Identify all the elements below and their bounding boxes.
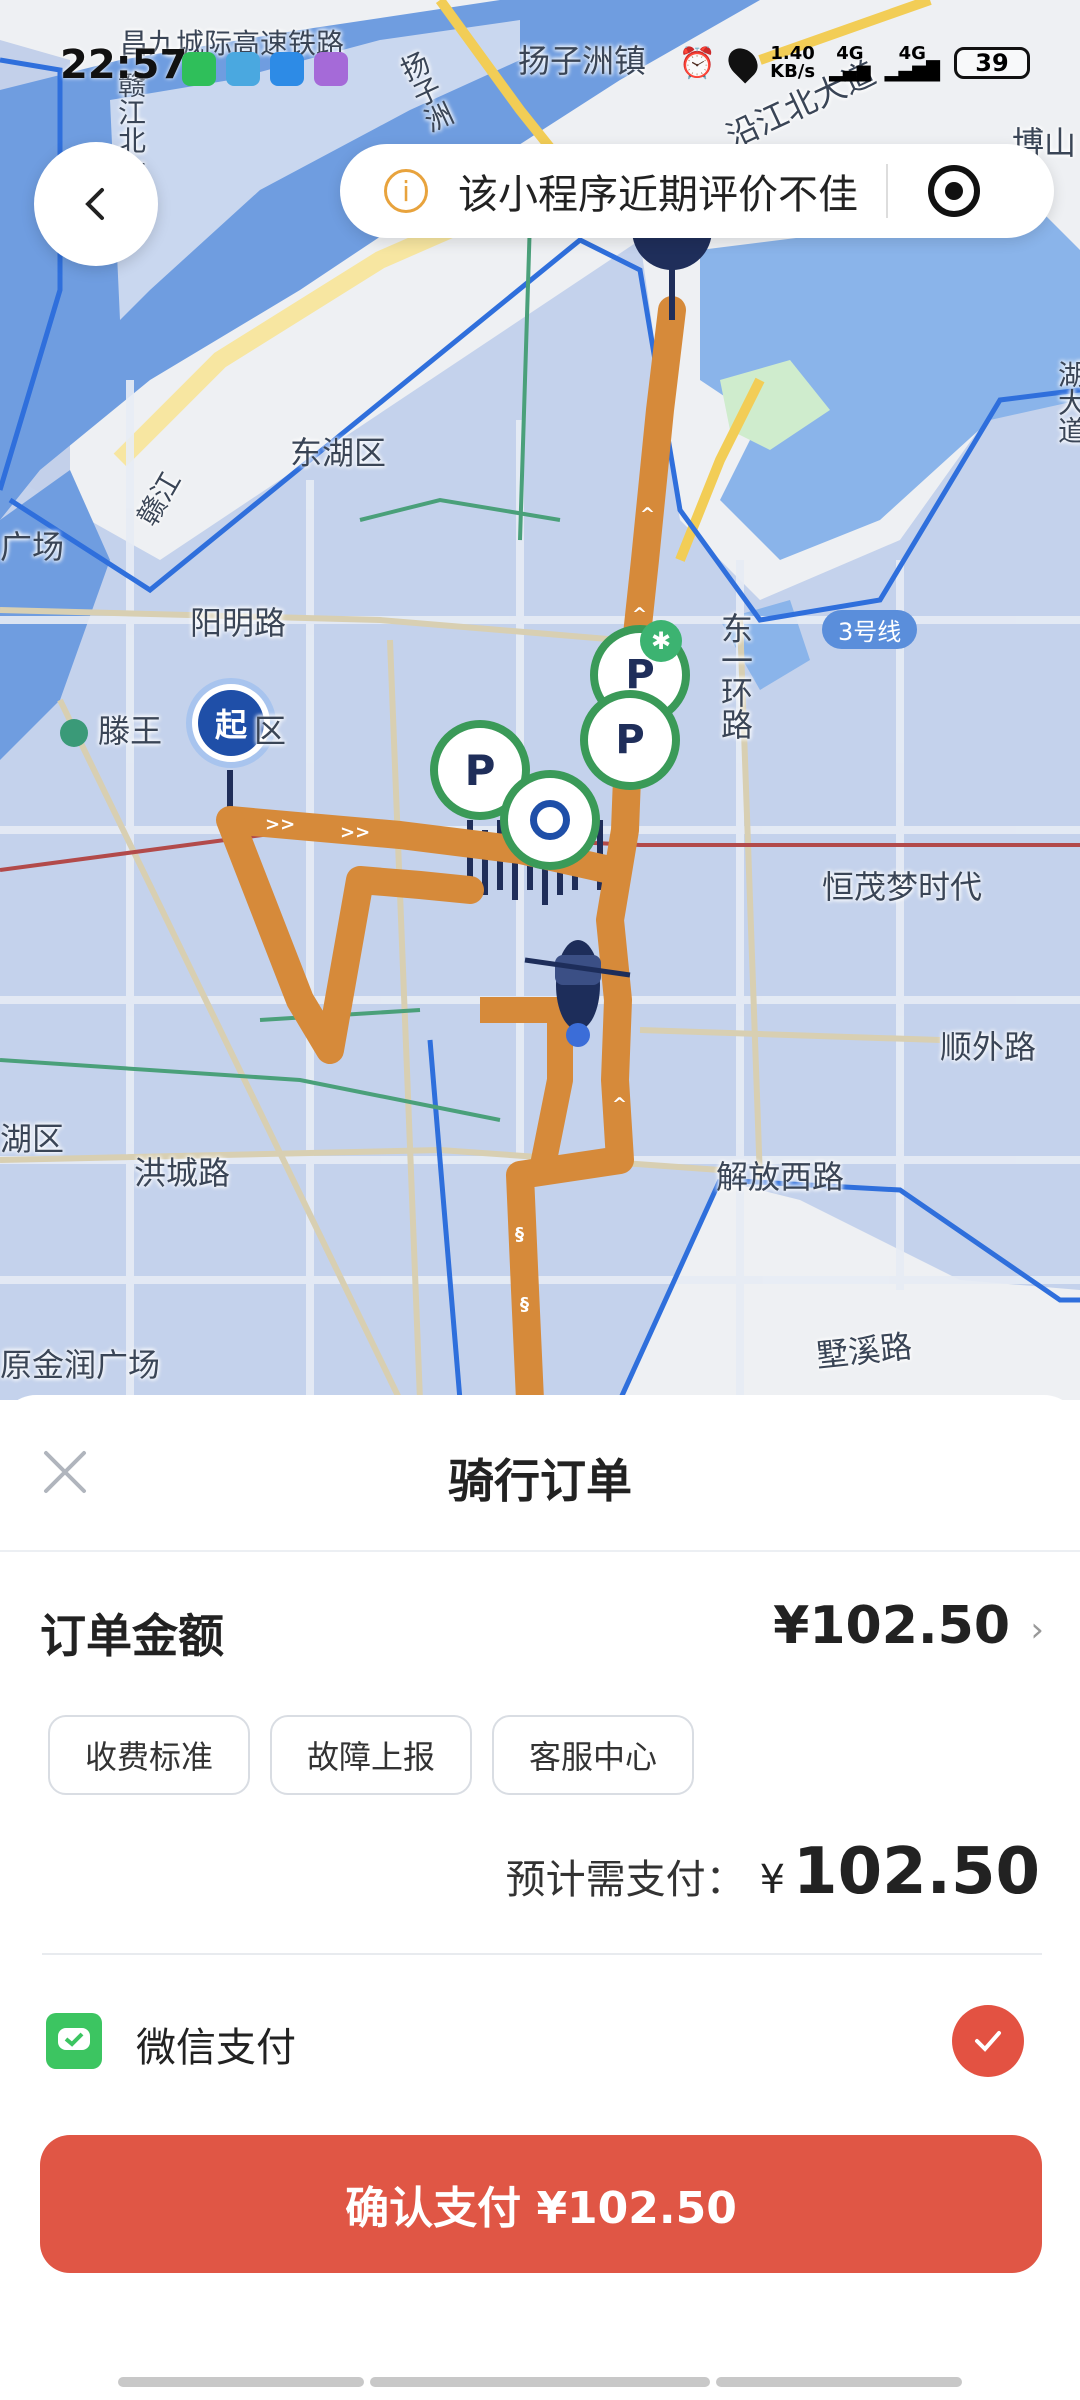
net-speed: 1.40 KB/s [770, 43, 816, 82]
status-bar: 22:57 ⏰ 1.40 KB/s 4G ▂▄▆ 4G ▂▄▆█ 39 [0, 0, 1080, 140]
payment-method-label: 微信支付 [136, 2025, 296, 2071]
svg-text:^: ^ [612, 1094, 627, 1115]
nav-indicator [370, 2377, 710, 2387]
fault-report-button[interactable]: 故障上报 [270, 1715, 472, 1795]
map-label-poi: 滕王 [60, 706, 162, 752]
svg-text:^: ^ [640, 504, 655, 525]
map-label-poi-suffix: 区 [254, 712, 287, 750]
estimated-payment: 预计需支付： ¥ 102.50 [506, 1835, 1040, 1909]
bluetooth-icon: ✱ [640, 620, 682, 662]
metro-line-badge: 3号线 [822, 610, 918, 649]
map-label-district: 东湖区 [290, 434, 387, 472]
pricing-standard-button[interactable]: 收费标准 [48, 1715, 250, 1795]
currency-symbol: ¥ [759, 1857, 786, 1903]
mini-program-capsule[interactable]: i 该小程序近期评价不佳 [340, 144, 1054, 238]
location-pin-icon [530, 800, 570, 840]
back-button[interactable] [34, 142, 158, 266]
app-notification-icon [226, 52, 260, 86]
order-sheet: 骑行订单 订单金额 ¥102.50 › 收费标准 故障上报 客服中心 预计需支付… [0, 1395, 1080, 2400]
rating-notice[interactable]: 该小程序近期评价不佳 [458, 162, 858, 220]
svg-text:>>: >> [340, 822, 370, 843]
customer-service-button[interactable]: 客服中心 [492, 1715, 694, 1795]
signal-icon: 4G ▂▄▆█ [884, 43, 940, 82]
map-label-poi: 原金润广场 [0, 1346, 161, 1384]
map-label-place: 广场 [0, 528, 65, 566]
map-label-road: 解放西路 [716, 1158, 845, 1196]
chevron-left-icon [85, 188, 104, 220]
capsule-divider [886, 164, 888, 218]
parking-marker[interactable]: P [580, 690, 680, 790]
alarm-icon: ⏰ [678, 45, 717, 81]
svg-text:§: § [515, 1224, 524, 1245]
checkmark-icon[interactable] [952, 2005, 1024, 2077]
close-mini-program-icon[interactable] [928, 165, 980, 217]
divider [42, 1953, 1042, 1955]
estimated-payment-label: 预计需支付： [505, 1857, 746, 1903]
battery-icon: 39 [954, 47, 1030, 79]
nav-indicator [716, 2377, 962, 2387]
map-label-district: 湖区 [0, 1120, 65, 1158]
status-time: 22:57 [60, 42, 188, 88]
sheet-title: 骑行订单 [448, 1454, 632, 1508]
info-icon: i [384, 169, 428, 213]
estimated-payment-value: 102.50 [793, 1835, 1040, 1909]
notification-icons [182, 52, 348, 86]
map-label-road: 顺外路 [940, 1028, 1037, 1066]
confirm-payment-button[interactable]: 确认支付 ¥102.50 [40, 2135, 1042, 2273]
nav-indicator [118, 2377, 364, 2387]
svg-text:>>: >> [265, 814, 295, 835]
map-label-road: 东一环路 [716, 612, 754, 740]
map-label-poi: 恒茂梦时代 [822, 868, 983, 906]
order-amount-row[interactable]: 订单金额 ¥102.50 › [40, 1596, 1050, 1663]
order-amount-value: ¥102.50 [773, 1596, 1010, 1656]
wechat-pay-icon [46, 2013, 102, 2069]
wechat-notification-icon [182, 52, 216, 86]
parking-marker-selected[interactable] [500, 770, 600, 870]
chevron-right-icon: › [1030, 1610, 1044, 1650]
signal-icon: 4G ▂▄▆ [829, 43, 871, 82]
map-label-road: 洪城路 [134, 1154, 231, 1192]
sheet-header: 骑行订单 [0, 1395, 1080, 1552]
app-notification-icon [270, 52, 304, 86]
map-label-road: 湖大道 [1054, 360, 1080, 444]
location-icon [722, 42, 764, 84]
svg-text:§: § [520, 1294, 529, 1315]
app-notification-icon [314, 52, 348, 86]
map-label-road: 阳明路 [190, 604, 287, 642]
status-icons: ⏰ 1.40 KB/s 4G ▂▄▆ 4G ▂▄▆█ 39 [678, 42, 1030, 84]
action-chips: 收费标准 故障上报 客服中心 [48, 1715, 694, 1795]
svg-text:^: ^ [632, 604, 647, 625]
payment-method-row[interactable]: 微信支付 [46, 2005, 1046, 2085]
poi-icon [60, 719, 88, 747]
order-amount-label: 订单金额 [40, 1609, 224, 1663]
